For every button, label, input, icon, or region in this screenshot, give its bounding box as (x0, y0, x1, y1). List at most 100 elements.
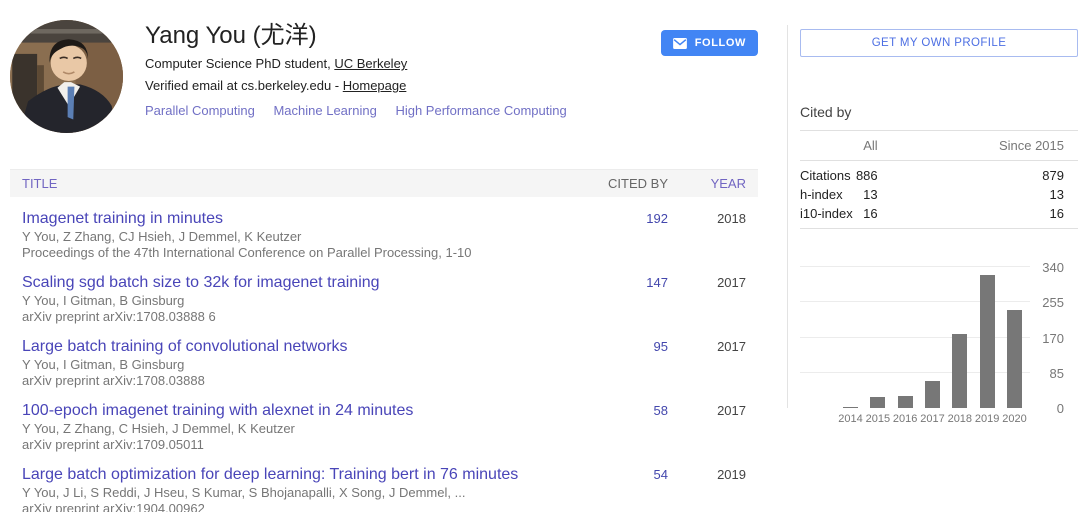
publication-row: Large batch training of convolutional ne… (10, 325, 758, 389)
sort-by-year-header[interactable]: YEAR (668, 176, 758, 191)
y-axis-tick-label: 340 (1024, 260, 1064, 275)
profile-header: Yang You (尤洋) Computer Science PhD stude… (10, 0, 758, 133)
publication-authors: Y You, Z Zhang, CJ Hsieh, J Demmel, K Ke… (22, 229, 568, 245)
stat-value-all[interactable]: 16 (854, 204, 998, 229)
publication-authors: Y You, Z Zhang, C Hsieh, J Demmel, K Keu… (22, 421, 568, 437)
profile-name: Yang You (尤洋) (145, 22, 582, 50)
citations-bar-2020[interactable]: 2020 (1007, 310, 1022, 408)
chart-bars-area: 2014 2015 2016 2017 2018 2019 2020 (843, 267, 1022, 408)
stats-row-h-index: h-index 13 13 (800, 185, 1078, 204)
y-axis-tick-label: 0 (1024, 401, 1064, 416)
citations-bar-2014[interactable]: 2014 (843, 407, 858, 408)
publication-venue: Proceedings of the 47th International Co… (22, 245, 568, 261)
publication-authors: Y You, I Gitman, B Ginsburg (22, 293, 568, 309)
get-my-own-profile-button[interactable]: GET MY OWN PROFILE (800, 29, 1078, 57)
interest-link-parallel-computing[interactable]: Parallel Computing (145, 103, 255, 118)
profile-email-line: Verified email at cs.berkeley.edu - Home… (145, 77, 582, 94)
publication-year: 2019 (668, 465, 758, 485)
citations-bar-2019[interactable]: 2019 (980, 275, 995, 408)
stat-value-all[interactable]: 886 (854, 161, 998, 186)
scholar-profile-page: Yang You (尤洋) Computer Science PhD stude… (0, 0, 1080, 512)
y-axis-tick-label: 85 (1024, 366, 1064, 381)
publication-year: 2017 (668, 273, 758, 293)
y-axis-tick-label: 170 (1024, 331, 1064, 346)
x-axis-tick-label: 2014 (838, 413, 862, 425)
x-axis-tick-label: 2020 (1002, 413, 1026, 425)
bar-rect (898, 396, 913, 408)
stat-value-since[interactable]: 13 (998, 185, 1078, 204)
publication-venue: arXiv preprint arXiv:1904.00962 (22, 501, 568, 512)
stat-value-all[interactable]: 13 (854, 185, 998, 204)
role-text: Computer Science PhD student, (145, 56, 334, 71)
publications-table-header: TITLE CITED BY YEAR (10, 169, 758, 197)
publication-title-link[interactable]: 100-epoch imagenet training with alexnet… (22, 401, 413, 421)
publication-year: 2017 (668, 337, 758, 357)
y-axis-tick-label: 255 (1024, 295, 1064, 310)
publication-year: 2017 (668, 401, 758, 421)
bar-rect (925, 381, 940, 408)
publication-year: 2018 (668, 209, 758, 229)
sort-by-title-header[interactable]: TITLE (10, 176, 568, 191)
cited-by-count-link[interactable]: 147 (646, 275, 668, 290)
citations-bar-2015[interactable]: 2015 (870, 397, 885, 408)
stats-col-since[interactable]: Since 2015 (998, 131, 1078, 161)
publication-title-link[interactable]: Large batch optimization for deep learni… (22, 465, 518, 485)
publication-row: Imagenet training in minutes Y You, Z Zh… (10, 197, 758, 261)
follow-button[interactable]: FOLLOW (661, 30, 758, 56)
cited-by-count-link[interactable]: 95 (654, 339, 668, 354)
homepage-link[interactable]: Homepage (343, 78, 407, 93)
publication-venue: arXiv preprint arXiv:1708.03888 (22, 373, 568, 389)
interests-list: Parallel Computing Machine Learning High… (145, 103, 582, 118)
citations-chart: 0851702553402014201520162017201820192020 (800, 267, 1078, 432)
publication-title-link[interactable]: Large batch training of convolutional ne… (22, 337, 348, 357)
follow-button-label: FOLLOW (695, 37, 746, 49)
publication-row: Large batch optimization for deep learni… (10, 453, 758, 512)
stats-row-i10-index: i10-index 16 16 (800, 204, 1078, 229)
affiliation-link[interactable]: UC Berkeley (334, 56, 407, 71)
publication-row: 100-epoch imagenet training with alexnet… (10, 389, 758, 453)
publication-venue: arXiv preprint arXiv:1708.03888 6 (22, 309, 568, 325)
profile-photo (10, 20, 123, 133)
cited-by-count-link[interactable]: 54 (654, 467, 668, 482)
x-axis-tick-label: 2015 (866, 413, 890, 425)
stats-row-citations: Citations 886 879 (800, 161, 1078, 186)
sort-by-citations-header[interactable]: CITED BY (568, 176, 668, 191)
publication-title-link[interactable]: Imagenet training in minutes (22, 209, 223, 229)
interest-link-high-performance-computing[interactable]: High Performance Computing (395, 103, 566, 118)
stat-label: i10-index (800, 204, 854, 229)
publication-authors: Y You, J Li, S Reddi, J Hseu, S Kumar, S… (22, 485, 568, 501)
citations-bar-2018[interactable]: 2018 (952, 334, 967, 408)
publication-title-link[interactable]: Scaling sgd batch size to 32k for imagen… (22, 273, 380, 293)
bar-rect (1007, 310, 1022, 408)
main-column: Yang You (尤洋) Computer Science PhD stude… (10, 0, 758, 512)
x-axis-tick-label: 2018 (948, 413, 972, 425)
citations-bar-2017[interactable]: 2017 (925, 381, 940, 408)
cited-by-count-link[interactable]: 58 (654, 403, 668, 418)
citations-bar-2016[interactable]: 2016 (898, 396, 913, 408)
cited-by-count-link[interactable]: 192 (646, 211, 668, 226)
bar-rect (980, 275, 995, 408)
citation-stats-table: All Since 2015 Citations 886 879 h-index… (800, 130, 1078, 229)
publication-venue: arXiv preprint arXiv:1709.05011 (22, 437, 568, 453)
publication-authors: Y You, I Gitman, B Ginsburg (22, 357, 568, 373)
x-axis-tick-label: 2019 (975, 413, 999, 425)
verified-email-text: Verified email at cs.berkeley.edu - (145, 78, 343, 93)
right-sidebar: GET MY OWN PROFILE Cited by All Since 20… (787, 0, 1080, 512)
envelope-icon (673, 38, 687, 49)
stat-value-since[interactable]: 879 (998, 161, 1078, 186)
profile-info: Yang You (尤洋) Computer Science PhD stude… (145, 20, 582, 133)
stat-label: h-index (800, 185, 854, 204)
stats-col-all[interactable]: All (854, 131, 998, 161)
stat-label: Citations (800, 161, 854, 186)
x-axis-tick-label: 2016 (893, 413, 917, 425)
stat-value-since[interactable]: 16 (998, 204, 1078, 229)
bar-rect (870, 397, 885, 408)
profile-role-line: Computer Science PhD student, UC Berkele… (145, 55, 582, 72)
cited-by-section-title: Cited by (800, 104, 1080, 120)
bar-rect (843, 407, 858, 408)
interest-link-machine-learning[interactable]: Machine Learning (273, 103, 376, 118)
profile-photo-image (10, 20, 123, 133)
x-axis-tick-label: 2017 (920, 413, 944, 425)
citation-stats-header-row: All Since 2015 (800, 131, 1078, 161)
bar-rect (952, 334, 967, 408)
